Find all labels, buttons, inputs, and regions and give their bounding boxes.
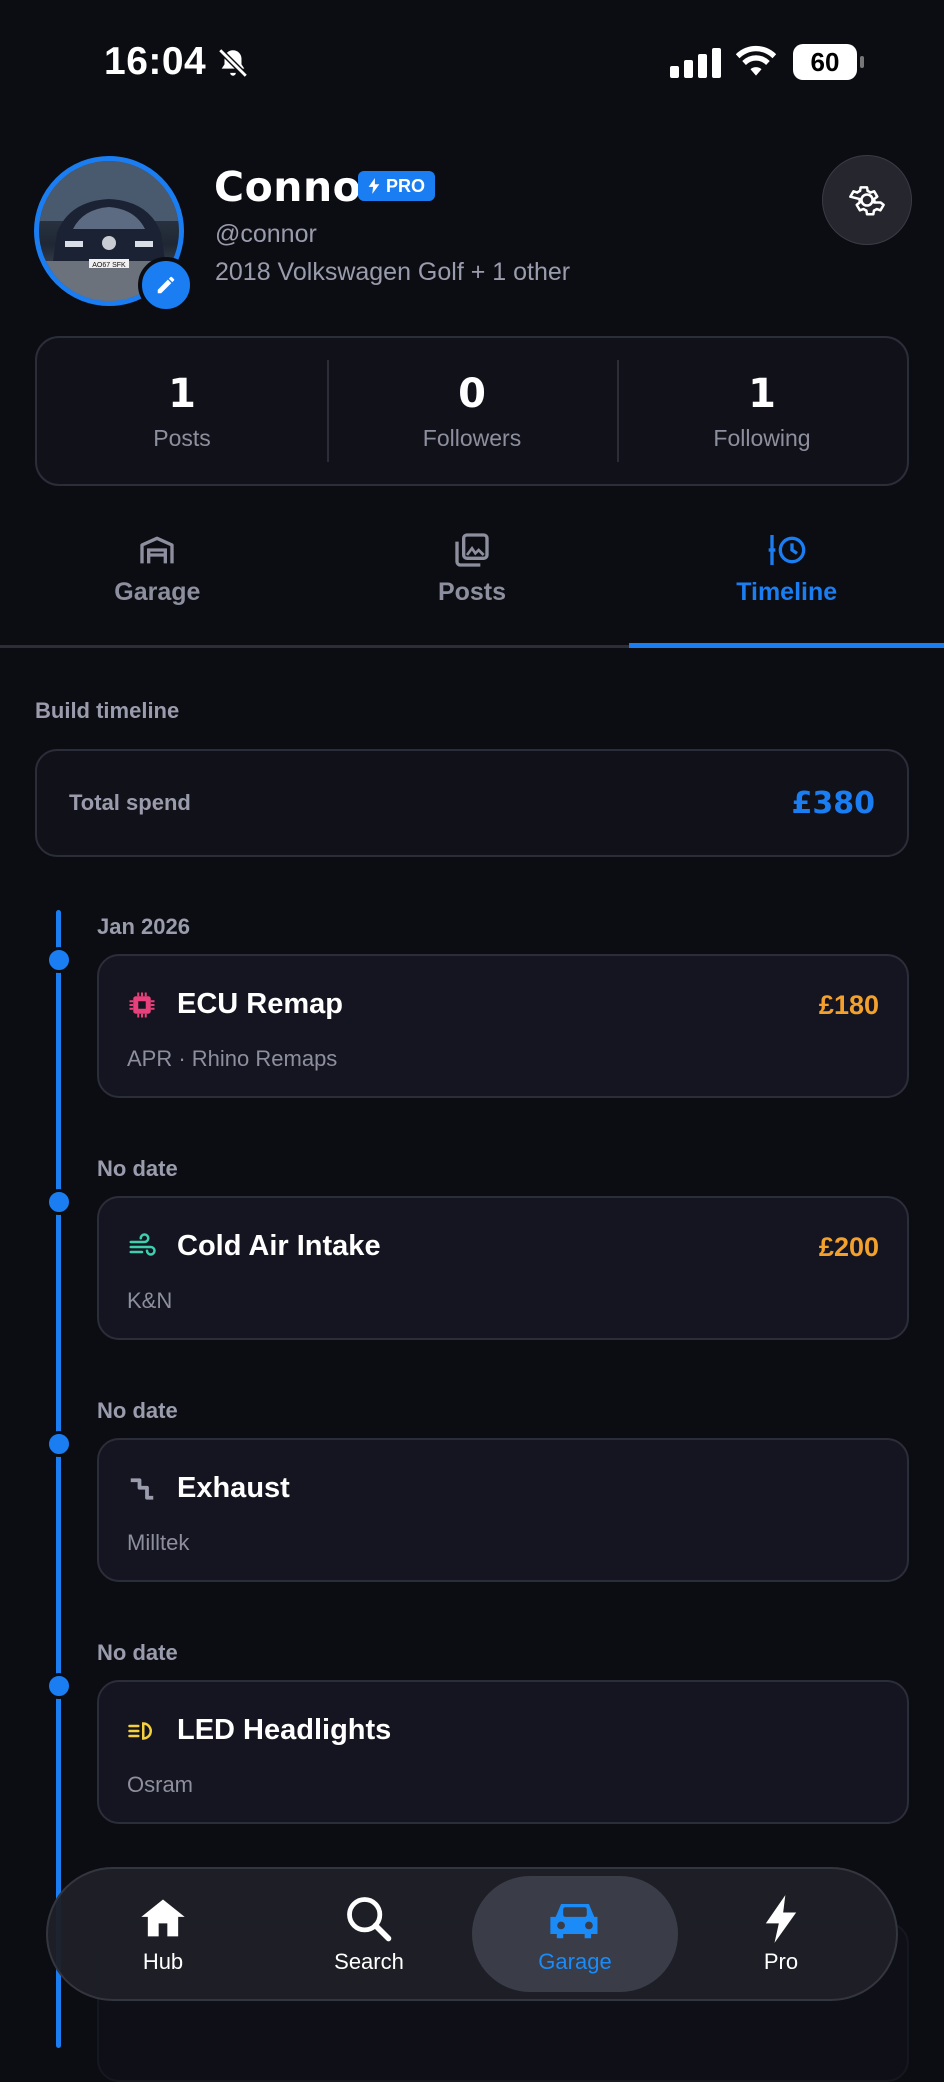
bottom-nav: Hub Search Garage Pro <box>46 1867 898 2001</box>
cellular-signal-icon <box>670 48 721 78</box>
stat-value: 1 <box>748 370 776 417</box>
profile-stats: 1 Posts 0 Followers 1 Following <box>35 336 909 486</box>
nav-hub[interactable]: Hub <box>60 1876 266 1992</box>
gallery-icon <box>455 533 489 567</box>
timeline-card-subtitle: Milltek <box>127 1530 190 1555</box>
timeline-card-title: LED Headlights <box>177 1714 392 1746</box>
profile-name: Connor <box>214 163 383 211</box>
number-plate: AO67 SFK <box>92 262 126 269</box>
wind-icon <box>129 1233 156 1256</box>
edit-avatar-button[interactable] <box>138 257 194 313</box>
timeline-icon <box>768 535 806 565</box>
car-icon <box>550 1904 598 1939</box>
timeline-card-price: £180 <box>818 990 879 1020</box>
timeline-card-title: Exhaust <box>177 1472 290 1504</box>
timeline-card-title: Cold Air Intake <box>177 1230 381 1262</box>
profile-vehicle[interactable]: 2018 Volkswagen Golf + 1 other <box>215 258 570 287</box>
pro-badge: PRO <box>358 171 436 201</box>
wifi-icon <box>735 45 777 76</box>
timeline-card-cold-air-intake[interactable]: Cold Air Intake £200 K&N <box>97 1196 909 1340</box>
timeline-card-led-headlights[interactable]: LED Headlights Osram <box>97 1680 909 1824</box>
tab-label: Garage <box>114 578 201 606</box>
garage-icon <box>140 536 174 564</box>
timeline-card-subtitle: K&N <box>127 1288 173 1313</box>
timeline-date: No date <box>97 1640 178 1665</box>
timeline-card-subtitle: Osram <box>127 1772 193 1797</box>
pencil-icon <box>157 276 175 294</box>
nav-garage[interactable]: Garage <box>472 1876 678 1992</box>
profile-tabs: Garage Posts Timeline <box>0 530 944 648</box>
total-spend-card: Total spend £380 <box>35 749 909 857</box>
total-spend-value: £380 <box>791 785 876 821</box>
stat-label: Followers <box>422 424 522 451</box>
stat-label: Following <box>713 424 811 451</box>
stat-value: 0 <box>458 370 486 417</box>
stat-posts[interactable]: 1 Posts <box>37 338 327 484</box>
stat-following[interactable]: 1 Following <box>617 338 907 484</box>
stat-value: 1 <box>168 370 196 417</box>
tab-timeline[interactable]: Timeline <box>629 530 944 648</box>
timeline-dot <box>46 1431 72 1457</box>
tab-garage[interactable]: Garage <box>0 530 315 645</box>
timeline-dot <box>46 1673 72 1699</box>
pro-badge-label: PRO <box>386 175 426 196</box>
stat-label: Posts <box>153 424 211 451</box>
home-icon <box>141 1899 185 1937</box>
nav-pro[interactable]: Pro <box>678 1876 884 1992</box>
tab-posts[interactable]: Posts <box>315 530 630 645</box>
bell-muted-icon <box>218 48 248 78</box>
gear-icon <box>849 186 885 216</box>
bolt-icon <box>765 1895 797 1943</box>
nav-label: Search <box>334 1949 404 1974</box>
stat-followers[interactable]: 0 Followers <box>327 338 617 484</box>
timeline-dot <box>46 947 72 973</box>
profile-handle: @connor <box>215 220 317 248</box>
battery-indicator: 60 <box>793 44 864 80</box>
headlight-icon <box>128 1722 152 1740</box>
tab-label: Timeline <box>736 578 838 606</box>
nav-label: Pro <box>763 1949 799 1974</box>
nav-search[interactable]: Search <box>266 1876 472 1992</box>
timeline-card-exhaust[interactable]: Exhaust Milltek <box>97 1438 909 1582</box>
search-icon <box>347 1897 392 1942</box>
timeline-card-title: ECU Remap <box>177 988 343 1020</box>
settings-button[interactable] <box>822 155 912 245</box>
timeline-date: No date <box>97 1398 178 1423</box>
nav-label: Garage <box>538 1949 612 1974</box>
timeline-date: Jan 2026 <box>97 914 190 939</box>
nav-label: Hub <box>142 1949 184 1974</box>
tab-label: Posts <box>437 578 507 606</box>
timeline-card-ecu-remap[interactable]: ECU Remap £180 APR · Rhino Remaps <box>97 954 909 1098</box>
total-spend-label: Total spend <box>69 790 191 815</box>
timeline-date: No date <box>97 1156 178 1181</box>
timeline-card-price: £200 <box>818 1232 879 1262</box>
timeline-dot <box>46 1189 72 1215</box>
exhaust-icon <box>130 1478 154 1500</box>
status-time: 16:04 <box>104 40 207 83</box>
chip-icon <box>129 992 155 1018</box>
timeline-card-subtitle: APR · Rhino Remaps <box>127 1046 338 1071</box>
section-title: Build timeline <box>35 698 180 723</box>
timeline-line <box>56 910 61 2048</box>
bolt-icon <box>368 178 380 194</box>
